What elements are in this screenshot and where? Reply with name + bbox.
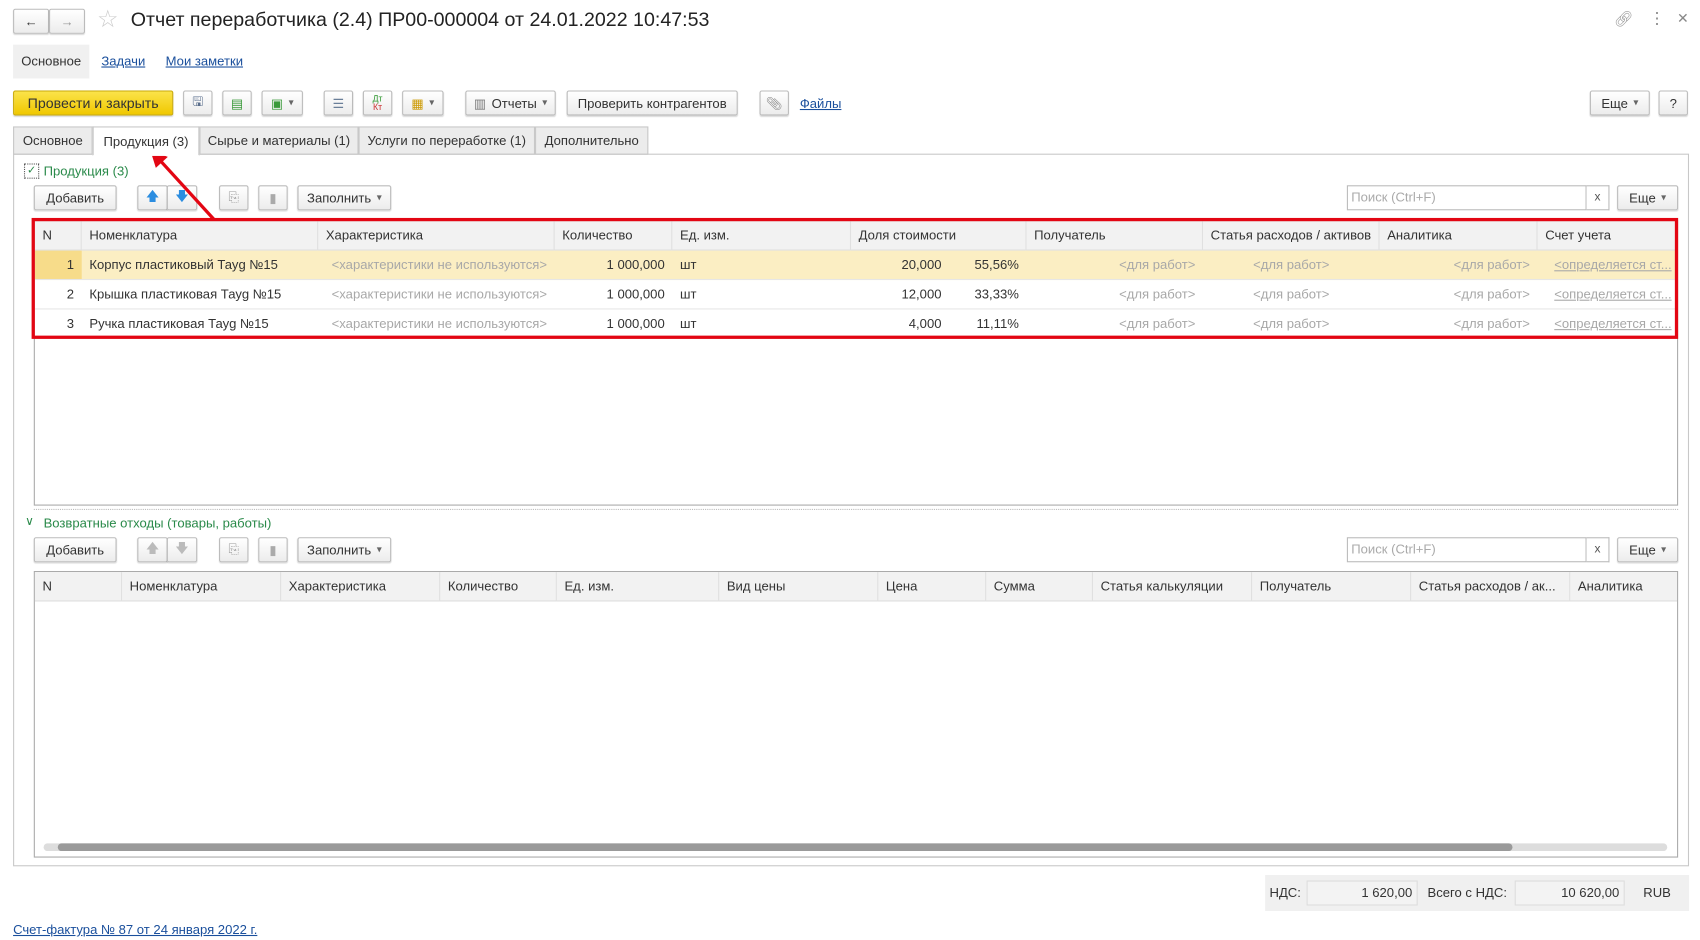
waste-paste-icon[interactable]: ▮ bbox=[258, 537, 288, 563]
waste-group-title[interactable]: Возвратные отходы (товары, работы) bbox=[44, 515, 272, 530]
waste-fill-button[interactable]: Заполнить bbox=[297, 537, 392, 563]
check-counterparties-button[interactable]: Проверить контрагентов bbox=[566, 90, 738, 116]
scrollbar-thumb[interactable] bbox=[57, 843, 1513, 852]
more-dots-icon[interactable]: ⋮ bbox=[1649, 9, 1665, 29]
column-header: Цена bbox=[878, 572, 987, 602]
reports-icon: ▥ bbox=[473, 95, 487, 111]
waste-move-up-icon[interactable]: 🡅 bbox=[137, 537, 168, 563]
waste-table: N Номенклатура Характеристика Количество Ед.… bbox=[33, 571, 1679, 858]
column-header: Количество bbox=[440, 572, 557, 602]
column-header: Ед. изм. bbox=[557, 572, 720, 602]
column-header: Сумма bbox=[986, 572, 1093, 602]
save-icon[interactable]: 🖫︎ bbox=[183, 90, 213, 116]
reports-button[interactable]: ▥ Отчеты bbox=[465, 90, 556, 116]
annotation-arrow-icon bbox=[150, 150, 215, 221]
products-more-button[interactable]: Еще bbox=[1617, 185, 1679, 211]
invoice-link[interactable]: Счет-фактура № 87 от 24 января 2022 г. bbox=[13, 922, 257, 937]
post-icon[interactable]: ▤ bbox=[222, 90, 252, 116]
page-title: Отчет переработчика (2.4) ПР00-000004 от… bbox=[130, 8, 710, 31]
vat-field: 1 620,00 bbox=[1306, 880, 1418, 906]
favorite-star-icon[interactable]: ☆ bbox=[97, 5, 119, 33]
waste-copy-icon[interactable]: ⎘ bbox=[219, 537, 249, 563]
waste-search-clear-button[interactable]: x bbox=[1586, 537, 1610, 563]
total-label: Всего с НДС: bbox=[1427, 884, 1507, 901]
close-icon[interactable]: ✕ bbox=[1677, 10, 1689, 27]
column-header: Получатель bbox=[1252, 572, 1412, 602]
products-group-title[interactable]: Продукция (3) bbox=[44, 163, 129, 178]
forward-button[interactable]: → bbox=[49, 8, 85, 34]
tab-main[interactable]: Основное bbox=[13, 126, 93, 155]
column-header: Статья калькуляции bbox=[1093, 572, 1253, 602]
tab-services[interactable]: Услуги по переработке (1) bbox=[358, 126, 536, 155]
total-field: 10 620,00 bbox=[1514, 880, 1625, 906]
subnav-tasks[interactable]: Задачи bbox=[101, 53, 145, 68]
waste-search-input[interactable]: Поиск (Ctrl+F) bbox=[1346, 537, 1587, 563]
reports-label: Отчеты bbox=[491, 95, 537, 111]
annotation-highlight-box bbox=[31, 217, 1679, 339]
column-header: Аналитика bbox=[1570, 572, 1677, 601]
list-icon[interactable]: ☰ bbox=[323, 90, 354, 116]
column-header: Характеристика bbox=[281, 572, 441, 602]
back-button[interactable]: ← bbox=[13, 8, 50, 34]
attachment-icon[interactable]: 📎︎ bbox=[759, 90, 789, 116]
create-based-on-icon[interactable]: ▣ bbox=[261, 90, 303, 116]
waste-more-button[interactable]: Еще bbox=[1617, 537, 1679, 563]
vat-label: НДС: bbox=[1269, 884, 1301, 901]
column-header: Вид цены bbox=[719, 572, 879, 602]
files-link[interactable]: Файлы bbox=[800, 96, 842, 111]
post-and-close-button[interactable]: Провести и закрыть bbox=[13, 90, 174, 116]
currency-label: RUB bbox=[1643, 884, 1671, 901]
products-search-clear-button[interactable]: x bbox=[1586, 185, 1610, 211]
column-header: Номенклатура bbox=[122, 572, 282, 602]
section-divider bbox=[33, 508, 1679, 510]
subnav-main[interactable]: Основное bbox=[13, 44, 90, 79]
collapse-products-icon[interactable]: ✓ bbox=[23, 163, 40, 179]
horizontal-scrollbar[interactable] bbox=[43, 843, 1668, 852]
print-icon[interactable]: ▦ bbox=[402, 90, 444, 116]
paste-icon[interactable]: ▮ bbox=[258, 185, 288, 211]
help-button[interactable]: ? bbox=[1658, 90, 1688, 116]
tab-products[interactable]: Продукция (3) bbox=[92, 126, 200, 156]
dt-kt-icon[interactable]: Дт Кт bbox=[362, 90, 393, 116]
link-icon[interactable]: 🔗︎ bbox=[1614, 10, 1633, 29]
waste-move-down-icon[interactable]: 🡇 bbox=[166, 537, 198, 563]
subnav-notes[interactable]: Мои заметки bbox=[166, 53, 243, 68]
products-search-input[interactable]: Поиск (Ctrl+F) bbox=[1346, 185, 1587, 211]
waste-table-header: N Номенклатура Характеристика Количество Ед.… bbox=[34, 572, 1678, 602]
collapse-waste-icon[interactable]: ∨ bbox=[25, 514, 34, 528]
products-fill-button[interactable]: Заполнить bbox=[297, 185, 392, 211]
tab-additional[interactable]: Дополнительно bbox=[535, 126, 649, 155]
waste-add-button[interactable]: Добавить bbox=[33, 537, 117, 563]
products-add-button[interactable]: Добавить bbox=[33, 185, 117, 211]
more-button[interactable]: Еще bbox=[1589, 90, 1650, 116]
column-header: Статья расходов / ак... bbox=[1411, 572, 1571, 602]
column-header: N bbox=[35, 572, 123, 602]
